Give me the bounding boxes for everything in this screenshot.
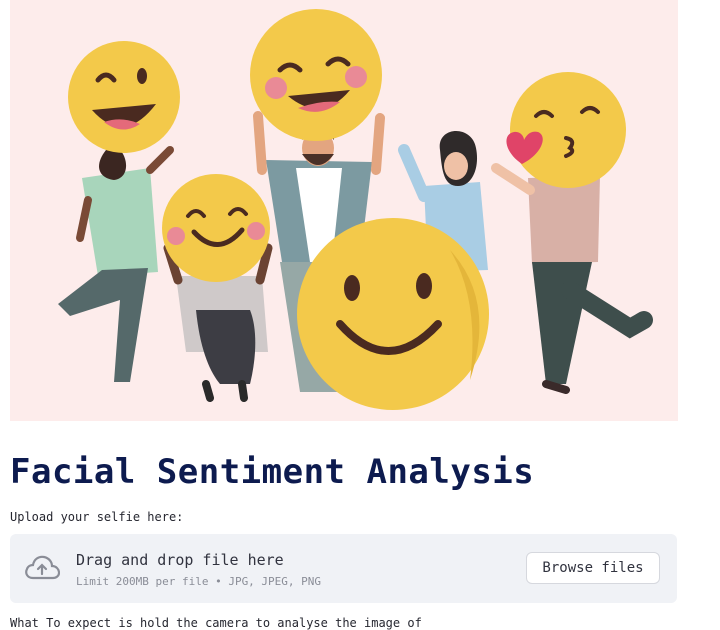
cloud-upload-icon bbox=[24, 554, 61, 584]
page-title: Facial Sentiment Analysis bbox=[10, 452, 535, 492]
kissing-emoji-face bbox=[510, 72, 626, 188]
person-green-shirt bbox=[58, 146, 174, 382]
emoji-people-illustration bbox=[58, 9, 653, 410]
dropzone-title: Drag and drop file here bbox=[76, 551, 284, 569]
big-smile-emoji-face bbox=[297, 218, 489, 410]
upload-label: Upload your selfie here: bbox=[10, 510, 184, 524]
file-dropzone[interactable]: Drag and drop file here Limit 200MB per … bbox=[10, 534, 677, 603]
hero-illustration bbox=[10, 0, 678, 421]
instructions-text: What To expect is hold the camera to ana… bbox=[10, 616, 422, 630]
browse-files-button[interactable]: Browse files bbox=[526, 552, 660, 584]
laughing-emoji-face bbox=[68, 41, 180, 153]
person-pink-shirt bbox=[491, 163, 653, 394]
dropzone-limit: Limit 200MB per file • JPG, JPEG, PNG bbox=[76, 575, 322, 588]
